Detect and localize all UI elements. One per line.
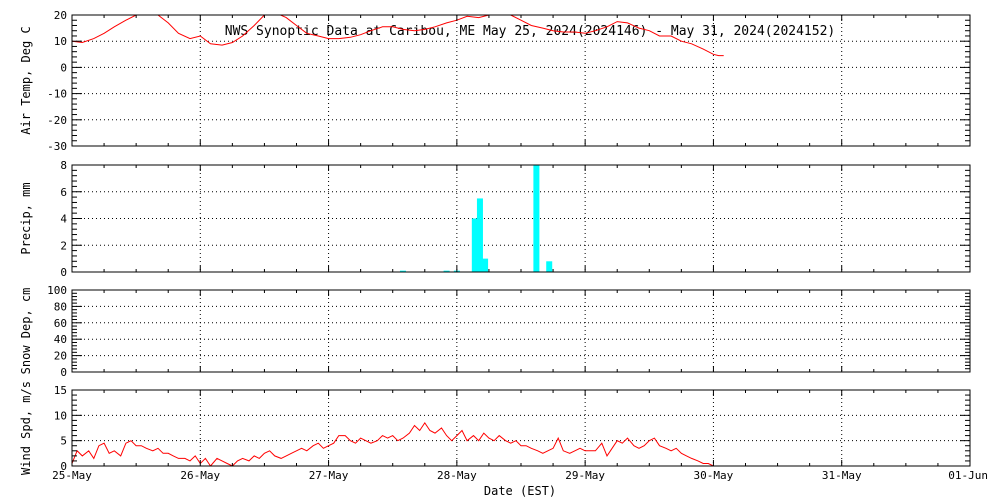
nws-synoptic-figure: NWS Synoptic Data at Caribou, ME May 25,… <box>19 9 988 498</box>
wind_speed-ytick-label: 15 <box>54 384 67 397</box>
snow_depth-ytick-label: 80 <box>54 300 67 313</box>
air_temp-ytick-label: 20 <box>54 9 67 22</box>
air_temp-ytick-label: -30 <box>47 140 67 153</box>
precip-ytick-label: 0 <box>60 266 67 279</box>
precip-ytick-label: 4 <box>60 213 67 226</box>
wind_speed-ytick-label: 10 <box>54 409 67 422</box>
wind_speed-frame <box>71 389 971 467</box>
wind_speed-series-line <box>72 422 724 466</box>
x-tick-label: 26-May <box>180 469 220 482</box>
air_temp-ytick-label: 10 <box>54 35 67 48</box>
x-tick-label: 31-May <box>822 469 862 482</box>
snow_depth-ytick-label: 60 <box>54 317 67 330</box>
precip-ytick-label: 2 <box>60 239 67 252</box>
x-tick-label: 29-May <box>565 469 605 482</box>
figure-title: NWS Synoptic Data at Caribou, ME May 25,… <box>225 24 835 39</box>
x-tick-label: 30-May <box>694 469 734 482</box>
air_temp-ytick-label: 0 <box>60 61 67 74</box>
wind_speed-ylabel: Wind Spd, m/s <box>19 381 33 475</box>
chart-panels: -30 -20 -10 0 10 20 Air Temp, Deg C 0 2 4 6 8 Precip… <box>19 9 971 475</box>
precip-bar <box>482 258 489 272</box>
precip-ytick-label: 6 <box>60 186 67 199</box>
wind_speed-ytick-label: 5 <box>60 435 67 448</box>
x-tick-labels: 25-May 26-May 27-May 28-May 29-May 30-May 31-M… <box>52 469 988 482</box>
snow_depth-ytick-label: 0 <box>60 366 67 379</box>
precip-bar <box>471 218 478 272</box>
snow_depth-panel: 0 20 40 60 80 100 Snow Dep, cm <box>19 284 971 379</box>
wind_speed-marks <box>72 422 724 466</box>
snow_depth-frame <box>71 289 971 373</box>
x-axis-title: Date (EST) <box>484 484 556 498</box>
precip-bar <box>476 198 483 272</box>
snow_depth-ytick-label: 100 <box>47 284 67 297</box>
snow_depth-ytick-label: 40 <box>54 333 67 346</box>
x-tick-label: 25-May <box>52 469 92 482</box>
air_temp-ytick-label: -20 <box>47 114 67 127</box>
snow_depth-ylabel: Snow Dep, cm <box>19 288 33 375</box>
x-tick-label: 28-May <box>437 469 477 482</box>
precip-ylabel: Precip, mm <box>19 182 33 254</box>
snow_depth-ytick-label: 20 <box>54 350 67 363</box>
air_temp-ytick-label: -10 <box>47 88 67 101</box>
precip-bar <box>546 261 553 272</box>
wind_speed-panel: 051015Wind Spd, m/s <box>19 381 971 475</box>
precip-ytick-label: 8 <box>60 159 67 172</box>
x-tick-label: 01-Jun <box>948 469 988 482</box>
x-tick-label: 27-May <box>309 469 349 482</box>
air_temp-ylabel: Air Temp, Deg C <box>19 26 33 134</box>
precip-panel: 0 2 4 6 8 Precip, mm <box>19 159 971 279</box>
